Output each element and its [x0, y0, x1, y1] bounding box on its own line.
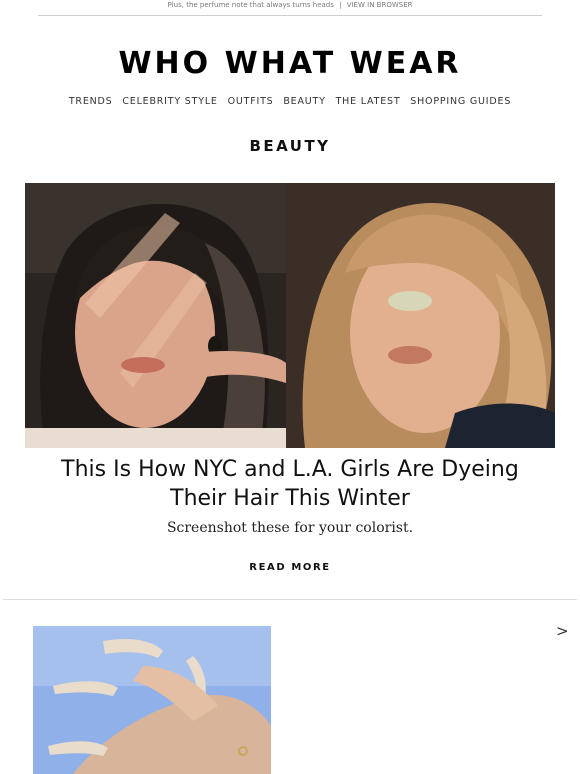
article-subhead: Screenshot these for your colorist. [166, 520, 414, 536]
next-arrow-icon[interactable]: > [556, 622, 569, 640]
hero-photo-left [25, 183, 286, 448]
hero-image[interactable] [25, 183, 555, 448]
nav-item-celebrity-style[interactable]: CELEBRITY STYLE [122, 96, 217, 107]
article-headline[interactable]: This Is How NYC and L.A. Girls Are Dyein… [40, 455, 540, 513]
nav-item-shopping-guides[interactable]: SHOPPING GUIDES [410, 96, 511, 107]
hero-photo-right [286, 183, 555, 448]
section-divider [3, 599, 577, 600]
preheader: Plus, the perfume note that always turns… [0, 0, 580, 10]
preheader-text: Plus, the perfume note that always turns… [167, 1, 334, 9]
main-nav: TRENDS CELEBRITY STYLE OUTFITS BEAUTY TH… [0, 96, 580, 107]
read-more-link[interactable]: READ MORE [0, 562, 580, 573]
view-in-browser-link[interactable]: VIEW IN BROWSER [347, 1, 413, 9]
nav-item-beauty[interactable]: BEAUTY [283, 96, 325, 107]
nav-item-the-latest[interactable]: THE LATEST [336, 96, 401, 107]
preheader-separator: | [339, 1, 342, 9]
brand-logo[interactable]: WHO WHAT WEAR [0, 46, 580, 81]
article-thumbnail[interactable] [33, 626, 271, 774]
nav-item-outfits[interactable]: OUTFITS [228, 96, 274, 107]
section-title: BEAUTY [249, 137, 331, 155]
nav-item-trends[interactable]: TRENDS [69, 96, 113, 107]
top-divider [38, 15, 542, 16]
